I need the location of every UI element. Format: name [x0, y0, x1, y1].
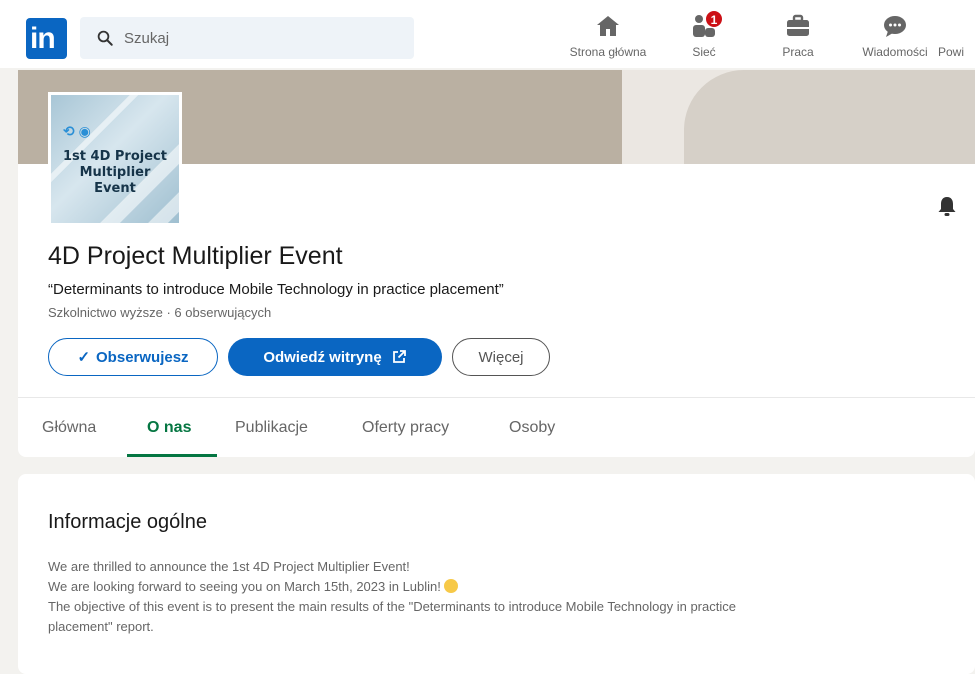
nav-item-home[interactable]: Strona główna [562, 12, 654, 68]
company-logo[interactable]: ⟲ ◉ 1st 4D Project Multiplier Event [48, 92, 182, 226]
tab-posts[interactable]: Publikacje [235, 419, 308, 437]
tab-home[interactable]: Główna [42, 419, 96, 437]
about-overview-card: Informacje ogólne We are thrilled to ann… [18, 474, 975, 674]
external-link-icon [392, 350, 406, 363]
about-line: The objective of this event is to presen… [48, 599, 736, 614]
nav-item-label: Wiadomości [862, 45, 928, 59]
nav-item-messaging[interactable]: Wiadomości [852, 12, 938, 68]
divider [18, 397, 975, 398]
logo-mark-icon: ⟲ ◉ [63, 123, 91, 139]
tab-about[interactable]: O nas [147, 419, 191, 437]
tab-jobs[interactable]: Oferty pracy [362, 419, 449, 437]
following-button-label: Obserwujesz [96, 348, 189, 366]
tab-people[interactable]: Osoby [509, 419, 555, 437]
company-meta: Szkolnictwo wyższe · 6 obserwujących [48, 305, 272, 320]
company-tagline: “Determinants to introduce Mobile Techno… [48, 281, 504, 298]
company-name: 4D Project Multiplier Event [48, 242, 343, 270]
company-logo-text: 1st 4D Project Multiplier Event [63, 149, 167, 196]
messaging-icon [880, 12, 910, 40]
company-header-card: ⟲ ◉ 1st 4D Project Multiplier Event 4D P… [18, 70, 975, 457]
about-line: We are thrilled to announce the 1st 4D P… [48, 559, 410, 574]
more-button[interactable]: Więcej [452, 338, 550, 376]
bell-icon[interactable] [935, 194, 959, 218]
checkmark-icon: ✓ [77, 349, 91, 366]
nav-item-label: Sieć [692, 45, 716, 59]
linkedin-logo[interactable]: in [26, 18, 67, 59]
about-line: We are looking forward to seeing you on … [48, 579, 458, 594]
active-tab-indicator [127, 454, 217, 457]
network-icon: 1 [689, 10, 723, 40]
notification-badge: 1 [705, 10, 723, 28]
visit-website-label: Odwiedź witrynę [263, 348, 382, 366]
nav-item-jobs[interactable]: Praca [776, 12, 820, 68]
about-line: placement" report. [48, 619, 154, 634]
nav-item-network[interactable]: 1 Sieć [684, 10, 724, 68]
search-icon [97, 30, 113, 46]
visit-website-button[interactable]: Odwiedź witrynę [228, 338, 442, 376]
nav-item-notifications[interactable]: Powi [938, 12, 975, 68]
nav-item-label: Strona główna [569, 45, 647, 59]
nav-item-label: Praca [782, 45, 814, 59]
home-icon [593, 12, 623, 40]
search-box[interactable] [80, 17, 414, 59]
top-navigation-bar: in Strona główna 1 Sieć [0, 0, 975, 68]
section-title: Informacje ogólne [48, 511, 207, 533]
search-input[interactable] [124, 29, 384, 47]
briefcase-icon [783, 12, 813, 40]
smile-emoji-icon [443, 579, 458, 593]
nav-item-label: Powi [938, 45, 965, 59]
following-button[interactable]: ✓ Obserwujesz [48, 338, 218, 376]
